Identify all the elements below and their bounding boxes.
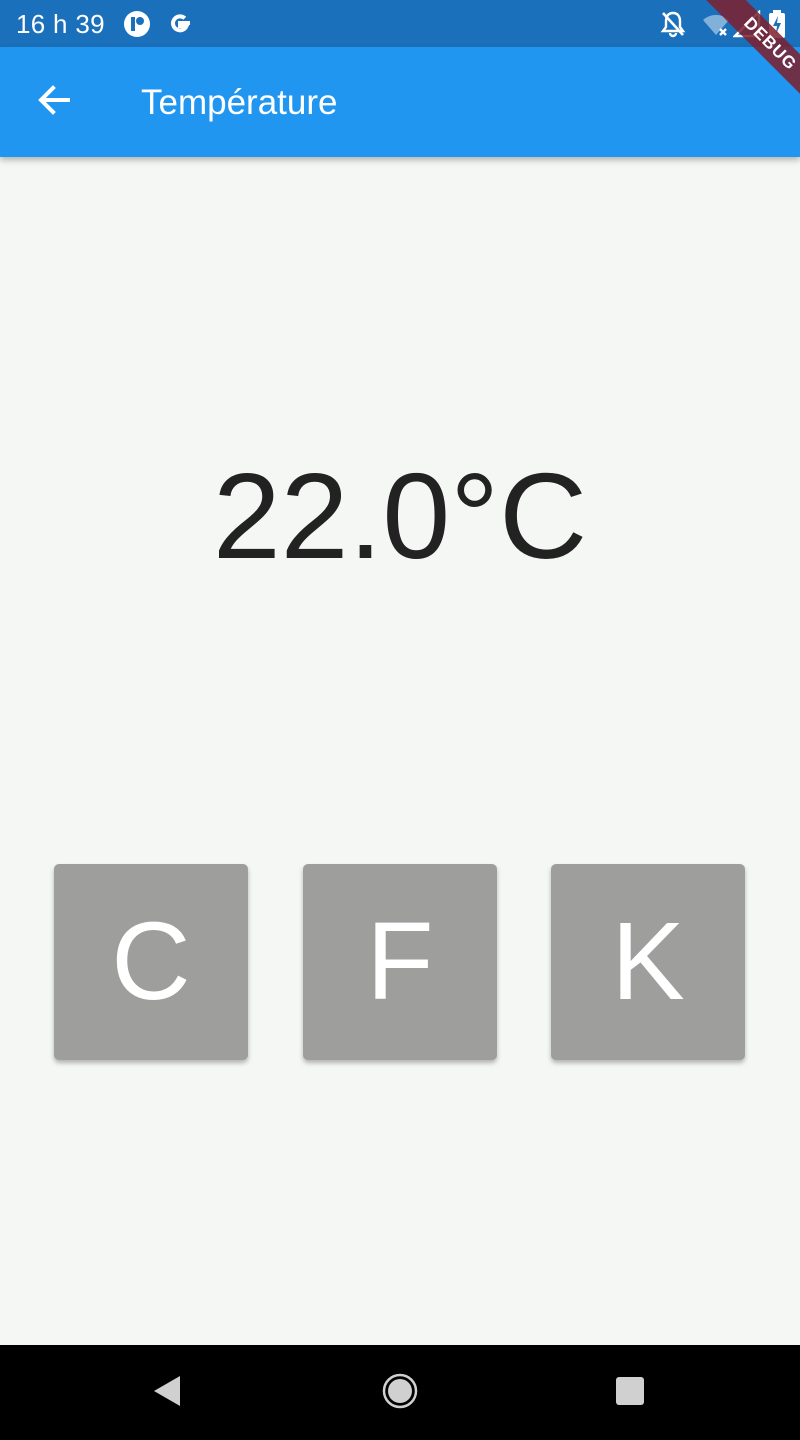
kelvin-button[interactable]: K [551, 864, 745, 1060]
fahrenheit-button[interactable]: F [303, 864, 497, 1060]
nav-recents-button[interactable] [605, 1368, 655, 1418]
nav-home-icon [382, 1373, 418, 1414]
app-notification-icon [123, 10, 151, 38]
back-button[interactable] [22, 70, 86, 134]
google-icon [166, 10, 194, 38]
celsius-button[interactable]: C [54, 864, 248, 1060]
arrow-back-icon [36, 82, 72, 123]
status-time: 16 h 39 [16, 9, 105, 39]
temperature-value: 22.0°C [212, 448, 588, 584]
status-bar: 16 h 39 [0, 0, 800, 47]
notifications-off-icon [660, 10, 686, 38]
app-bar: Température [0, 47, 800, 157]
app-screen: 16 h 39 Température DEBUG 22.0°C C F K [0, 0, 800, 1440]
nav-home-button[interactable] [375, 1368, 425, 1418]
nav-back-icon [152, 1374, 182, 1413]
nav-back-button[interactable] [142, 1368, 192, 1418]
page-title: Température [141, 83, 338, 122]
nav-recents-icon [615, 1376, 645, 1411]
navigation-bar [0, 1345, 800, 1440]
